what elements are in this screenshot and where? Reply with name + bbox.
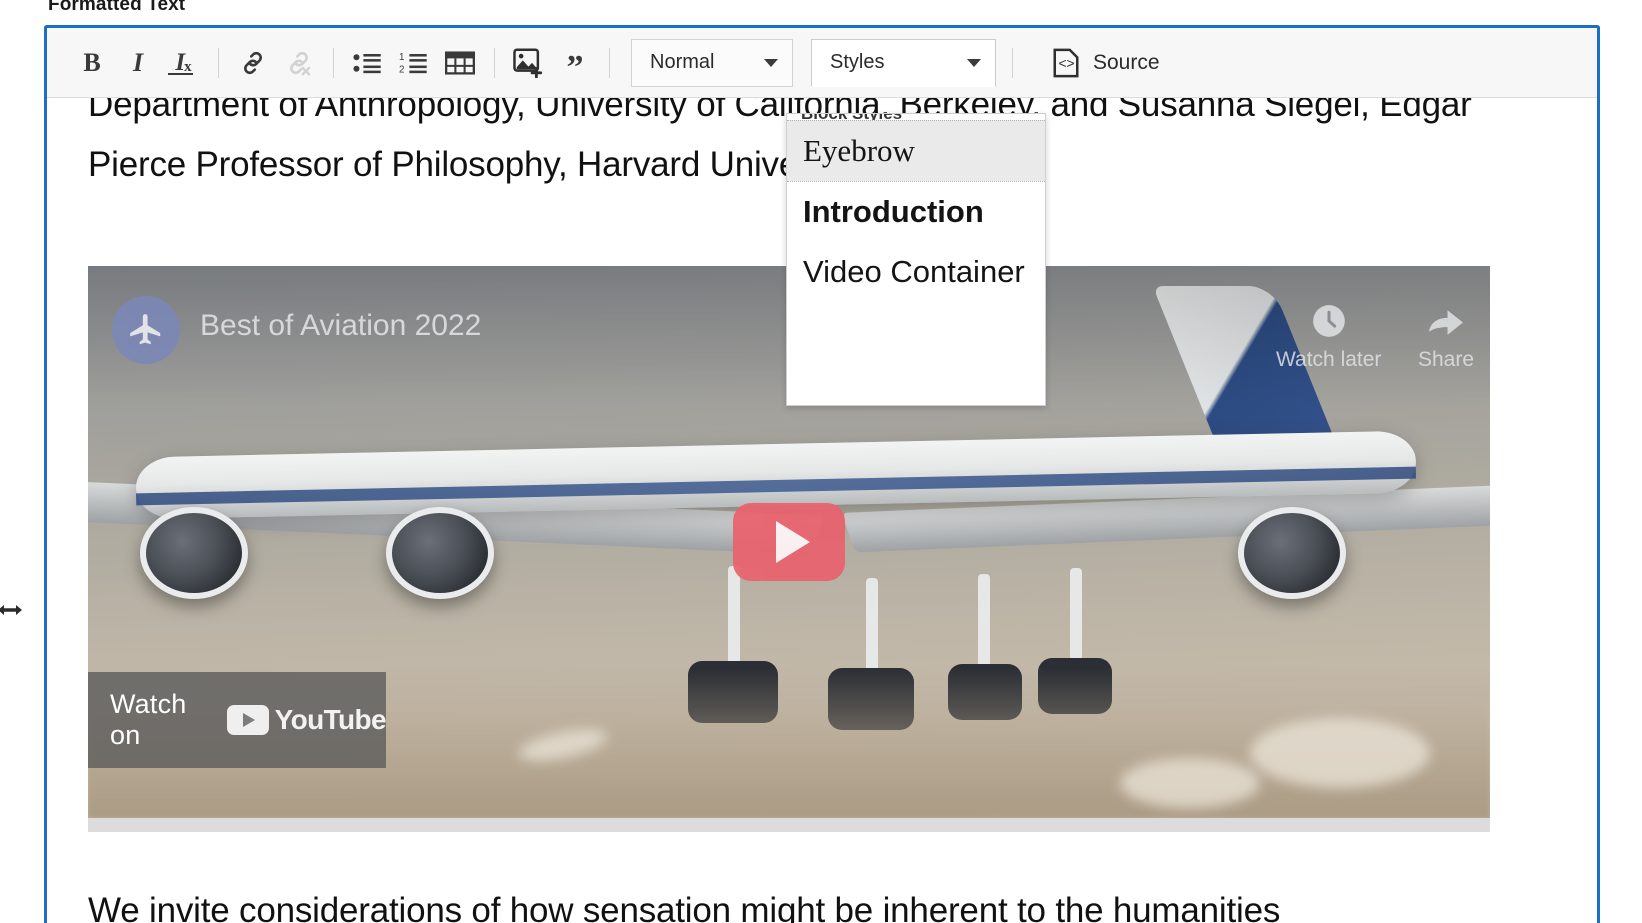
styles-select[interactable]: Styles — [811, 38, 996, 87]
paragraph-invitation[interactable]: We invite considerations of how sensatio… — [88, 881, 1528, 923]
play-button[interactable] — [733, 503, 845, 581]
table-button[interactable] — [437, 40, 483, 86]
formatted-text-editor-screen: Formatted Text B I Ix 1 2 ” Normal Style… — [0, 0, 1642, 923]
youtube-logo: YouTube — [226, 704, 387, 736]
chevron-down-icon — [764, 58, 778, 67]
watch-later-label: Watch later — [1276, 348, 1382, 371]
numbered-list-button[interactable]: 1 2 — [391, 40, 437, 86]
rich-text-editor: B I Ix 1 2 ” Normal Styles <> Source Dep… — [44, 25, 1600, 923]
chevron-down-icon — [967, 58, 981, 67]
toolbar-divider — [1012, 47, 1013, 78]
toolbar-divider — [494, 47, 495, 78]
video-dust-cloud — [1250, 718, 1430, 788]
youtube-play-icon — [226, 705, 269, 735]
styles-dropdown-heading: Block Styles — [787, 114, 1045, 120]
style-option-video-container[interactable]: Video Container — [787, 242, 1045, 302]
numbered-list-icon: 1 2 — [399, 52, 427, 75]
styles-dropdown-panel[interactable]: Block Styles Eyebrow Introduction Video … — [786, 113, 1046, 406]
resize-horizontal-icon — [0, 605, 22, 615]
share-button[interactable]: Share — [1418, 302, 1474, 372]
video-dust-cloud — [1120, 758, 1260, 808]
remove-format-button[interactable]: Ix — [161, 40, 207, 86]
source-button-label: Source — [1093, 50, 1160, 74]
watch-on-label: Watch on — [110, 689, 187, 750]
channel-avatar[interactable] — [112, 296, 180, 364]
italic-icon: I — [132, 47, 144, 77]
blockquote-button[interactable]: ” — [552, 45, 598, 91]
styles-select-value: Styles — [830, 51, 885, 73]
toolbar-divider — [609, 47, 610, 78]
aircraft-engine — [386, 507, 494, 599]
svg-text:<>: <> — [1059, 56, 1075, 71]
insert-image-button[interactable] — [506, 40, 552, 86]
watch-later-button[interactable]: Watch later — [1276, 302, 1381, 372]
clock-icon — [1312, 305, 1345, 337]
editor-toolbar: B I Ix 1 2 ” Normal Styles <> Source — [47, 28, 1597, 98]
field-label: Formatted Text — [48, 0, 186, 15]
italic-button[interactable]: I — [115, 40, 161, 86]
bulleted-list-icon — [353, 53, 381, 73]
remove-format-subscript: x — [184, 59, 192, 75]
link-icon — [244, 51, 262, 74]
toolbar-divider — [333, 47, 334, 78]
landing-gear-strut — [866, 578, 878, 673]
toolbar-divider — [218, 47, 219, 78]
watch-on-youtube-button[interactable]: Watch on YouTube — [88, 672, 387, 768]
bold-icon: B — [83, 47, 101, 77]
svg-text:1: 1 — [399, 52, 404, 63]
aircraft-engine — [140, 507, 248, 599]
aircraft-engine — [1238, 507, 1346, 599]
style-option-introduction[interactable]: Introduction — [787, 181, 1045, 242]
insert-image-icon — [513, 47, 543, 78]
share-arrow-icon — [1429, 310, 1463, 335]
play-triangle-icon — [775, 521, 810, 563]
landing-gear-strut — [728, 566, 740, 666]
paragraph-format-select[interactable]: Normal — [631, 38, 793, 87]
landing-gear-strut — [978, 574, 990, 669]
source-button[interactable]: <> Source — [1046, 40, 1166, 86]
unlink-button[interactable] — [276, 40, 322, 86]
unlink-icon — [290, 51, 311, 75]
style-option-eyebrow[interactable]: Eyebrow — [787, 120, 1045, 181]
video-bottom-bar — [88, 818, 1490, 832]
bulleted-list-button[interactable] — [345, 40, 391, 86]
source-code-icon: <> — [1053, 48, 1079, 77]
paragraph-format-value: Normal — [650, 51, 715, 73]
share-label: Share — [1418, 348, 1475, 371]
table-icon — [445, 50, 475, 75]
airplane-icon — [130, 314, 161, 345]
horizontal-resize-handle[interactable] — [0, 602, 22, 626]
svg-text:2: 2 — [399, 64, 404, 75]
bold-button[interactable]: B — [69, 40, 115, 86]
video-title[interactable]: Best of Aviation 2022 — [200, 309, 481, 343]
landing-gear-strut — [1070, 568, 1082, 663]
link-button[interactable] — [230, 40, 276, 86]
youtube-wordmark: YouTube — [274, 704, 387, 735]
